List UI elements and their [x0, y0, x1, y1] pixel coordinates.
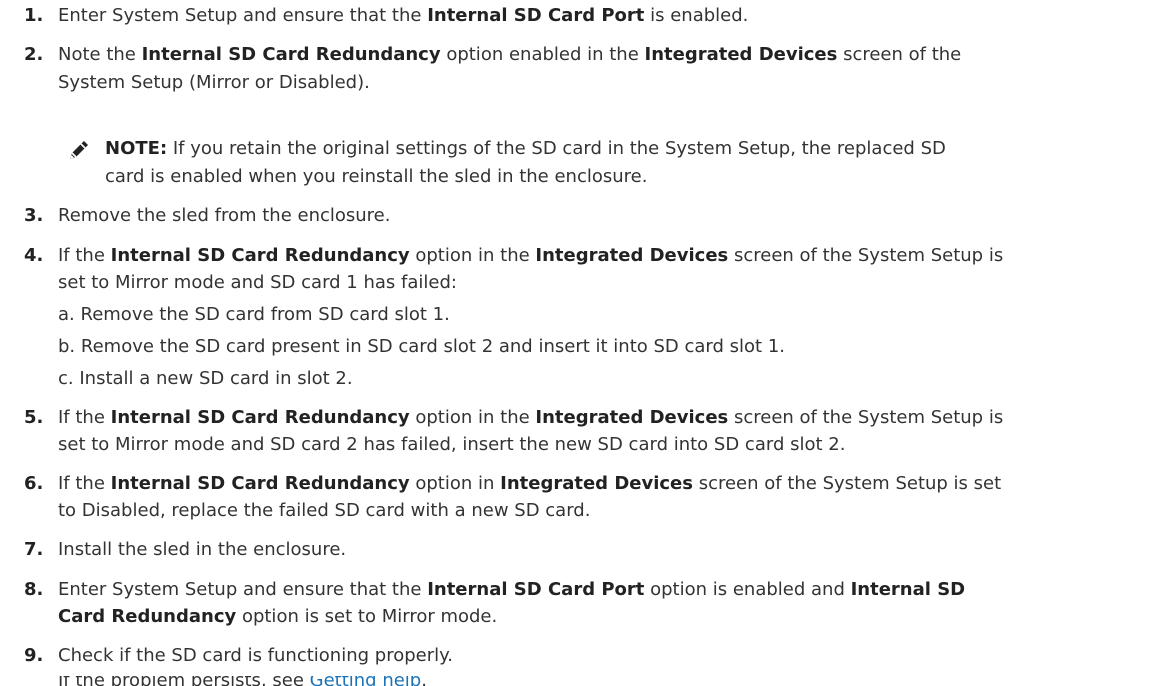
note-label: NOTE:: [105, 138, 168, 159]
note-text-continued: card is enabled when you reinstall the s…: [105, 166, 648, 187]
step-text-continued: set to Mirror mode and SD card 2 has fai…: [58, 434, 846, 455]
step-follow-text: If the problem persists, see Getting hel…: [58, 676, 427, 686]
getting-help-link[interactable]: Getting help: [310, 676, 422, 686]
step-number: 7.: [24, 539, 44, 560]
step-text: Enter System Setup and ensure that the I…: [58, 579, 966, 600]
step-text-continued: to Disabled, replace the failed SD card …: [58, 500, 591, 521]
step-number: 4.: [24, 245, 44, 266]
step-text: If the Internal SD Card Redundancy optio…: [58, 407, 1004, 428]
substep-a: a. Remove the SD card from SD card slot …: [58, 304, 450, 325]
step-text: Note the Internal SD Card Redundancy opt…: [58, 44, 962, 65]
step-text: Install the sled in the enclosure.: [58, 539, 347, 560]
step-text-continued: Card Redundancy option is set to Mirror …: [58, 606, 498, 627]
step-text: Check if the SD card is functioning prop…: [58, 645, 453, 666]
step-number: 5.: [24, 407, 44, 428]
note-text: NOTE: If you retain the original setting…: [105, 138, 946, 159]
step-text-continued: System Setup (Mirror or Disabled).: [58, 72, 370, 93]
pencil-note-icon: [70, 141, 88, 159]
step-number: 8.: [24, 579, 44, 600]
step-number: 3.: [24, 205, 44, 226]
step-text-continued: set to Mirror mode and SD card 1 has fai…: [58, 272, 457, 293]
step-text: Remove the sled from the enclosure.: [58, 205, 391, 226]
step-text: If the Internal SD Card Redundancy optio…: [58, 473, 1002, 494]
step-number: 1.: [24, 5, 44, 26]
step-number: 2.: [24, 44, 44, 65]
step-number: 9.: [24, 645, 44, 666]
step-number: 6.: [24, 473, 44, 494]
step-text: Enter System Setup and ensure that the I…: [58, 5, 749, 26]
substep-c: c. Install a new SD card in slot 2.: [58, 368, 353, 389]
substep-b: b. Remove the SD card present in SD card…: [58, 336, 785, 357]
step-text: If the Internal SD Card Redundancy optio…: [58, 245, 1004, 266]
